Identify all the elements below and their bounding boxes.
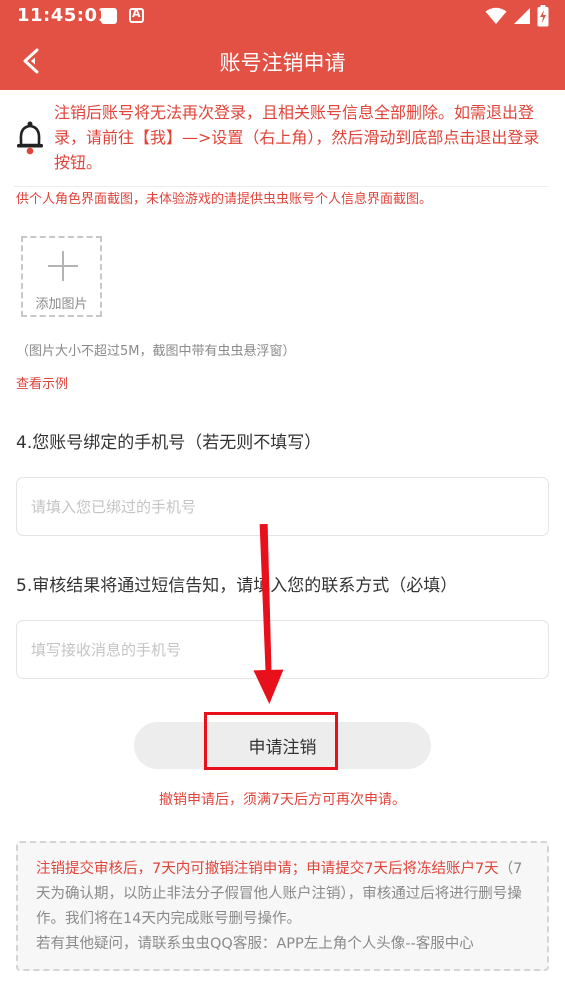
status-bar: 11:45:01 [0,0,565,32]
phone-section-label: 4.您账号绑定的手机号（若无则不填写） [16,433,322,453]
app-a-icon [129,7,144,23]
logout-notice: 注销后账号将无法再次登录，且相关账号信息全部删除。如需退出登录，请前往【我】—>… [0,90,565,186]
notice-text: 注销后账号将无法再次登录，且相关账号信息全部删除。如需退出登录，请前往【我】—>… [54,103,540,172]
plus-icon [48,251,78,281]
bound-phone-input[interactable] [17,478,548,535]
app-notification-icon [101,8,117,24]
cancel-note: 撤销申请后，须满7天后方可再次申请。 [159,792,406,808]
info-box: 注销提交审核后，7天内可撤销注销申请；申请提交7天后将冻结账户7天（7天为确认期… [16,841,549,971]
divider [14,186,549,187]
contact-phone-input[interactable] [17,621,548,678]
info-contact-text: 若有其他疑问，请联系虫虫QQ客服：APP左上角个人头像--客服中心 [36,936,474,952]
wifi-icon [485,7,507,24]
image-size-note: （图片大小不超过5M，截图中带有虫虫悬浮窗） [16,344,296,359]
battery-charging-icon [537,5,549,27]
add-photo-label: 添加图片 [35,297,88,312]
apply-cancellation-button[interactable]: 申请注销 [134,722,431,769]
signal-icon [514,8,530,24]
status-time: 11:45:01 [17,5,111,26]
view-example-link[interactable]: 查看示例 [16,373,68,392]
page-title: 账号注销申请 [219,51,346,75]
bound-phone-field[interactable] [16,477,549,536]
info-highlight: 注销提交审核后，7天内可撤销注销申请；申请提交7天后将冻结账户7天 [36,861,499,877]
title-bar: 账号注销申请 [0,32,565,90]
upload-hint: 供个人角色界面截图，未体验游戏的请提供虫虫账号个人信息界面截图。 [16,192,433,207]
contact-section-label: 5.审核结果将通过短信告知，请填入您的联系方式（必填） [16,576,458,596]
contact-phone-field[interactable] [16,620,549,679]
bell-icon [17,121,43,155]
status-indicators [485,5,549,27]
add-photo-button[interactable]: 添加图片 [21,236,102,317]
app-header: 11:45:01 账号注销申请 [0,0,565,90]
